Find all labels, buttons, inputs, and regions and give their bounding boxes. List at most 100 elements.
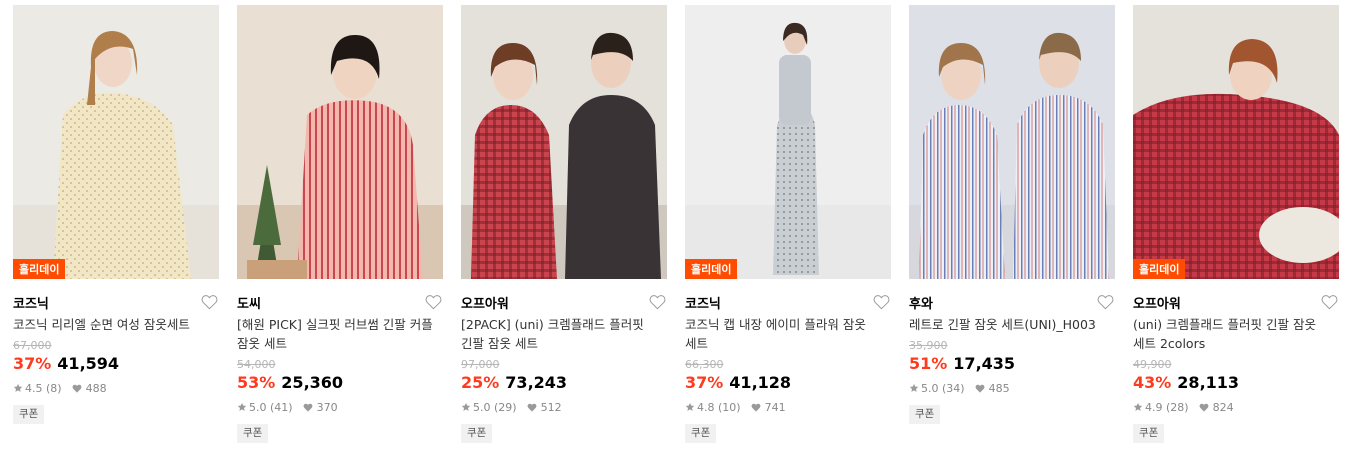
product-title[interactable]: 코즈닉 캡 내장 에이미 플라워 잠옷 세트 <box>685 315 891 353</box>
product-title[interactable]: 레트로 긴팔 잠옷 세트(UNI)_H003 <box>909 315 1115 334</box>
original-price: 49,900 <box>1133 358 1172 371</box>
like-heart-icon <box>72 384 82 393</box>
sale-price: 25,360 <box>281 373 344 392</box>
discount-rate: 37% <box>685 373 724 392</box>
sale-price: 41,594 <box>57 354 120 373</box>
like-count: 824 <box>1212 400 1234 414</box>
holiday-badge: 홀리데이 <box>13 259 66 279</box>
product-image[interactable]: 홀리데이 <box>685 5 891 279</box>
brand-name[interactable]: 오프아워 <box>1133 293 1181 312</box>
product-card-2[interactable]: 도씨 [해원 PICK] 실크핏 러브썸 긴팔 커플 잠옷 세트 54,000 … <box>237 5 443 443</box>
coupon-tag[interactable]: 쿠폰 <box>461 424 493 443</box>
holiday-badge: 홀리데이 <box>685 259 738 279</box>
sale-price: 41,128 <box>729 373 792 392</box>
like-count: 512 <box>540 400 562 414</box>
discount-rate: 25% <box>461 373 500 392</box>
original-price: 67,000 <box>13 339 52 352</box>
sale-price: 17,435 <box>953 354 1016 373</box>
review-count: (34) <box>942 381 965 395</box>
product-image[interactable] <box>237 5 443 279</box>
product-photo <box>461 5 667 279</box>
sale-price: 28,113 <box>1177 373 1240 392</box>
original-price: 97,000 <box>461 358 500 371</box>
review-count: (10) <box>718 400 741 414</box>
coupon-tag[interactable]: 쿠폰 <box>237 424 269 443</box>
product-stats: 5.0 (34) 485 <box>909 381 1115 395</box>
coupon-tag[interactable]: 쿠폰 <box>1133 424 1165 443</box>
holiday-badge: 홀리데이 <box>1133 259 1186 279</box>
original-price: 54,000 <box>237 358 276 371</box>
product-card-4[interactable]: 홀리데이 코즈닉 코즈닉 캡 내장 에이미 플라워 잠옷 세트 66,300 3… <box>685 5 891 443</box>
coupon-tag[interactable]: 쿠폰 <box>13 405 45 424</box>
product-image[interactable] <box>461 5 667 279</box>
product-stats: 4.8 (10) 741 <box>685 400 891 414</box>
product-photo <box>909 5 1115 279</box>
product-title[interactable]: [해원 PICK] 실크핏 러브썸 긴팔 커플 잠옷 세트 <box>237 315 443 353</box>
star-icon <box>13 383 23 392</box>
product-title[interactable]: (uni) 크렘플래드 플러핏 긴팔 잠옷 세트 2colors <box>1133 315 1339 353</box>
product-image[interactable]: 홀리데이 <box>1133 5 1339 279</box>
product-card-6[interactable]: 홀리데이 오프아워 (uni) 크렘플래드 플러핏 긴팔 잠옷 세트 2colo… <box>1133 5 1339 443</box>
sale-price: 73,243 <box>505 373 568 392</box>
like-heart-icon <box>751 403 761 412</box>
product-photo <box>1133 5 1339 279</box>
star-icon <box>237 402 247 411</box>
rating-value: 4.9 <box>1145 400 1163 414</box>
rating-value: 4.5 <box>25 381 43 395</box>
like-heart-icon <box>975 384 985 393</box>
product-stats: 5.0 (29) 512 <box>461 400 667 414</box>
coupon-tag[interactable]: 쿠폰 <box>909 405 941 424</box>
brand-name[interactable]: 코즈닉 <box>13 293 49 312</box>
wishlist-heart-icon[interactable] <box>1321 294 1338 310</box>
brand-name[interactable]: 오프아워 <box>461 293 509 312</box>
review-count: (29) <box>494 400 517 414</box>
wishlist-heart-icon[interactable] <box>201 294 218 310</box>
coupon-tag[interactable]: 쿠폰 <box>685 424 717 443</box>
like-count: 485 <box>988 381 1010 395</box>
product-title[interactable]: [2PACK] (uni) 크렘플래드 플러핏 긴팔 잠옷 세트 <box>461 315 667 353</box>
star-icon <box>461 402 471 411</box>
star-icon <box>909 383 919 392</box>
product-card-1[interactable]: 홀리데이 코즈닉 코즈닉 리리엘 순면 여성 잠옷세트 67,000 37% 4… <box>13 5 219 424</box>
product-grid: 홀리데이 코즈닉 코즈닉 리리엘 순면 여성 잠옷세트 67,000 37% 4… <box>0 0 1350 461</box>
discount-rate: 43% <box>1133 373 1172 392</box>
like-count: 370 <box>316 400 338 414</box>
like-heart-icon <box>527 403 537 412</box>
like-count: 741 <box>764 400 786 414</box>
wishlist-heart-icon[interactable] <box>425 294 442 310</box>
like-count: 488 <box>85 381 107 395</box>
original-price: 66,300 <box>685 358 724 371</box>
review-count: (41) <box>270 400 293 414</box>
like-heart-icon <box>303 403 313 412</box>
rating-value: 5.0 <box>249 400 267 414</box>
product-card-5[interactable]: 후와 레트로 긴팔 잠옷 세트(UNI)_H003 35,900 51% 17,… <box>909 5 1115 424</box>
discount-rate: 53% <box>237 373 276 392</box>
star-icon <box>685 402 695 411</box>
review-count: (28) <box>1166 400 1189 414</box>
product-stats: 4.5 (8) 488 <box>13 381 219 395</box>
brand-name[interactable]: 코즈닉 <box>685 293 721 312</box>
brand-name[interactable]: 후와 <box>909 293 933 312</box>
like-heart-icon <box>1199 403 1209 412</box>
product-photo <box>685 5 891 279</box>
brand-name[interactable]: 도씨 <box>237 293 261 312</box>
product-image[interactable] <box>909 5 1115 279</box>
rating-value: 4.8 <box>697 400 715 414</box>
discount-rate: 37% <box>13 354 52 373</box>
original-price: 35,900 <box>909 339 948 352</box>
discount-rate: 51% <box>909 354 948 373</box>
star-icon <box>1133 402 1143 411</box>
rating-value: 5.0 <box>921 381 939 395</box>
product-image[interactable]: 홀리데이 <box>13 5 219 279</box>
wishlist-heart-icon[interactable] <box>649 294 666 310</box>
product-photo <box>237 5 443 279</box>
rating-value: 5.0 <box>473 400 491 414</box>
product-stats: 5.0 (41) 370 <box>237 400 443 414</box>
review-count: (8) <box>46 381 62 395</box>
wishlist-heart-icon[interactable] <box>873 294 890 310</box>
product-title[interactable]: 코즈닉 리리엘 순면 여성 잠옷세트 <box>13 315 219 334</box>
product-card-3[interactable]: 오프아워 [2PACK] (uni) 크렘플래드 플러핏 긴팔 잠옷 세트 97… <box>461 5 667 443</box>
product-stats: 4.9 (28) 824 <box>1133 400 1339 414</box>
product-photo <box>13 5 219 279</box>
wishlist-heart-icon[interactable] <box>1097 294 1114 310</box>
